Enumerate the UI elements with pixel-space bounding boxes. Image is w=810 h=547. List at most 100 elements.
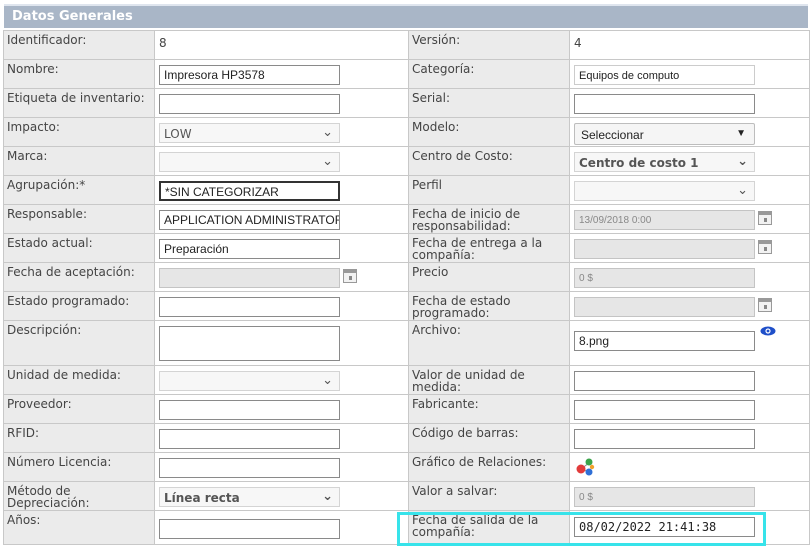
impact-select-value: LOW [164,127,192,141]
field-label: Precio [408,262,570,292]
exit-date-input[interactable]: 08/02/2022 21:41:38 [574,517,755,537]
table-row: Años: Fecha de salida de la compañía: 08… [3,510,810,545]
field-label: Identificador: [3,30,155,60]
cost-center-select[interactable]: Centro de costo 1 ⌄ [574,152,755,172]
profile-select[interactable]: ⌄ [574,181,755,201]
field-label: Número Licencia: [3,452,155,482]
general-data-panel: Datos Generales Identificador: 8 Versión… [0,0,810,547]
identifier-value: 8 [159,36,167,50]
field-label: Estado programado: [3,291,155,321]
table-row: Descripción: Archivo: 8.png [3,320,810,366]
table-row: Método de Depreciación: Línea recta ⌄ Va… [3,481,810,511]
table-row: Unidad de medida: ⌄ Valor de unidad de m… [3,365,810,395]
inventory-tag-input[interactable] [159,94,340,114]
field-label: Fecha de estado programado: [408,291,570,321]
field-label: Valor de unidad de medida: [408,365,570,395]
field-label: Responsable: [3,204,155,234]
scheduled-state-input[interactable] [159,297,340,317]
calendar-icon[interactable] [343,269,357,283]
field-label: Estado actual: [3,233,155,263]
field-label: Gráfico de Relaciones: [408,452,570,482]
general-data-table: Identificador: 8 Versión: 4 Nombre: Impr… [3,30,810,545]
field-label: Unidad de medida: [3,365,155,395]
table-row: RFID: Código de barras: [3,423,810,453]
depreciation-method-select[interactable]: Línea recta ⌄ [159,487,340,507]
calendar-icon[interactable] [758,211,772,225]
chevron-down-icon: ⌄ [322,373,333,388]
scheduled-state-date-input[interactable] [574,297,755,317]
table-row: Nombre: Impresora HP3578 Categoría: Equi… [3,59,810,89]
license-number-input[interactable] [159,458,340,478]
table-row: Impacto: LOW ⌄ Modelo: Seleccionar ▼ [3,117,810,147]
unit-of-measure-select[interactable]: ⌄ [159,371,340,391]
barcode-input[interactable] [574,429,755,449]
model-select[interactable]: Seleccionar ▼ [574,123,755,145]
field-label: Fecha de entrega a la compañía: [408,233,570,263]
field-label: Descripción: [3,320,155,366]
table-row: Etiqueta de inventario: Serial: [3,88,810,118]
salvage-value-input[interactable]: 0 $ [574,487,755,507]
eye-icon[interactable] [760,326,776,336]
calendar-icon[interactable] [758,298,772,312]
table-row: Estado programado: Fecha de estado progr… [3,291,810,321]
unit-value-input[interactable] [574,371,755,391]
field-label: Nombre: [3,59,155,89]
price-input[interactable]: 0 $ [574,268,755,288]
category-input[interactable]: Equipos de computo [574,65,755,85]
impact-select[interactable]: LOW ⌄ [159,123,340,143]
chevron-down-icon: ⌄ [322,125,333,140]
field-label: Marca: [3,146,155,176]
chevron-down-icon: ⌄ [737,154,748,169]
cost-center-value: Centro de costo 1 [579,156,699,170]
supplier-input[interactable] [159,400,340,420]
table-row: Agrupación:* *SIN CATEGORIZAR Perfil ⌄ [3,175,810,205]
acceptance-date-input[interactable] [159,268,340,288]
field-label: Fecha de salida de la compañía: [408,510,570,545]
responsibility-start-date-input[interactable]: 13/09/2018 0:00 [574,210,755,230]
grouping-input[interactable]: *SIN CATEGORIZAR [159,181,340,201]
field-label: Versión: [408,30,570,60]
table-row: Número Licencia: Gráfico de Relaciones: [3,452,810,482]
chevron-down-icon: ⌄ [322,154,333,169]
responsible-input[interactable]: APPLICATION ADMINISTRATOR [159,210,340,230]
field-label: Centro de Costo: [408,146,570,176]
field-label: Categoría: [408,59,570,89]
field-label: Modelo: [408,117,570,147]
field-label: Etiqueta de inventario: [3,88,155,118]
field-label: Agrupación:* [3,175,155,205]
field-label: Perfil [408,175,570,205]
version-value: 4 [574,36,582,50]
field-label: Fecha de inicio de responsabilidad: [408,204,570,234]
depreciation-method-value: Línea recta [164,491,240,505]
serial-input[interactable] [574,94,755,114]
brand-select[interactable]: ⌄ [159,152,340,172]
name-input[interactable]: Impresora HP3578 [159,65,340,85]
field-label: Impacto: [3,117,155,147]
manufacturer-input[interactable] [574,400,755,420]
triangle-down-icon: ▼ [736,128,746,139]
table-row: Estado actual: Preparación Fecha de entr… [3,233,810,263]
description-textarea[interactable] [159,326,340,361]
field-label: Valor a salvar: [408,481,570,511]
table-row: Marca: ⌄ Centro de Costo: Centro de cost… [3,146,810,176]
section-title: Datos Generales [12,9,133,24]
table-row: Identificador: 8 Versión: 4 [3,30,810,60]
relations-graph-icon[interactable] [575,457,595,477]
current-state-input[interactable]: Preparación [159,239,340,259]
table-row: Fecha de aceptación: Precio 0 $ [3,262,810,292]
calendar-icon[interactable] [758,240,772,254]
section-header: Datos Generales [4,4,808,28]
table-row: Responsable: APPLICATION ADMINISTRATOR F… [3,204,810,234]
delivery-date-input[interactable] [574,239,755,259]
file-input[interactable]: 8.png [574,331,755,351]
field-label: Archivo: [408,320,570,366]
field-label: Método de Depreciación: [3,481,155,511]
field-label: Proveedor: [3,394,155,424]
table-row: Proveedor: Fabricante: [3,394,810,424]
chevron-down-icon: ⌄ [737,183,748,198]
years-input[interactable] [159,519,340,539]
field-label: Años: [3,510,155,545]
rfid-input[interactable] [159,429,340,449]
field-label: Fecha de aceptación: [3,262,155,292]
field-label: RFID: [3,423,155,453]
